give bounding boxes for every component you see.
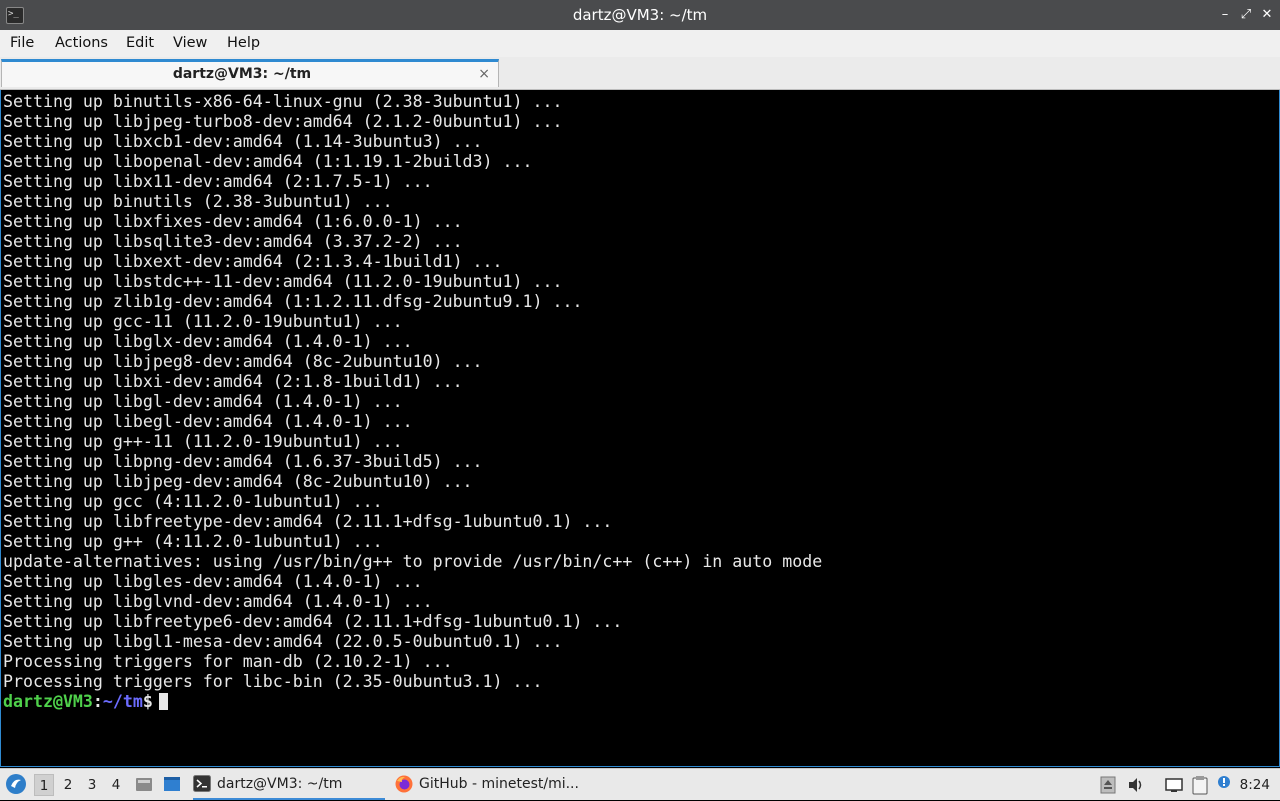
terminal-line: Processing triggers for libc-bin (2.35-0… [3, 672, 543, 691]
show-desktop-icon[interactable] [163, 775, 181, 793]
file-manager-icon[interactable] [135, 775, 153, 793]
close-icon[interactable]: ✕ [1258, 6, 1276, 24]
terminal-line: Setting up libglvnd-dev:amd64 (1.4.0-1) … [3, 592, 433, 611]
terminal-line: Setting up gcc-11 (11.2.0-19ubuntu1) ... [3, 312, 403, 331]
network-icon[interactable] [1164, 775, 1184, 795]
prompt-user-host: dartz@VM3 [3, 692, 93, 711]
window-title: dartz@VM3: ~/tm [572, 6, 708, 24]
terminal-line: Setting up libegl-dev:amd64 (1.4.0-1) ..… [3, 412, 413, 431]
window-titlebar[interactable]: >_ dartz@VM3: ~/tm – ⤢ ✕ [0, 0, 1280, 30]
workspace-1[interactable]: 1 [34, 774, 54, 796]
notification-icon[interactable] [1216, 775, 1232, 795]
terminal-line: update-alternatives: using /usr/bin/g++ … [3, 552, 823, 571]
terminal-line: Setting up binutils-x86-64-linux-gnu (2.… [3, 92, 563, 111]
terminal-line: Processing triggers for man-db (2.10.2-1… [3, 652, 453, 671]
terminal-line: Setting up libx11-dev:amd64 (2:1.7.5-1) … [3, 172, 433, 191]
menu-view[interactable]: View [173, 30, 207, 57]
terminal-line: Setting up g++-11 (11.2.0-19ubuntu1) ... [3, 432, 403, 451]
workspace-2[interactable]: 2 [58, 774, 78, 796]
clock[interactable]: 8:24 [1240, 769, 1270, 801]
terminal-line: Setting up libfreetype-dev:amd64 (2.11.1… [3, 512, 613, 531]
terminal-line: Setting up libxcb1-dev:amd64 (1.14-3ubun… [3, 132, 483, 151]
terminal-line: Setting up gcc (4:11.2.0-1ubuntu1) ... [3, 492, 383, 511]
workspace-3[interactable]: 3 [82, 774, 102, 796]
tab-close-icon[interactable]: × [478, 64, 490, 84]
workspace-4[interactable]: 4 [106, 774, 126, 796]
terminal-line: Setting up libxext-dev:amd64 (2:1.3.4-1b… [3, 252, 503, 271]
text-cursor [158, 693, 168, 710]
task-label: dartz@VM3: ~/tm [217, 776, 343, 792]
menu-bar: File Actions Edit View Help [0, 30, 1280, 57]
terminal-line: Setting up libglx-dev:amd64 (1.4.0-1) ..… [3, 332, 413, 351]
terminal-line: Setting up libopenal-dev:amd64 (1:1.19.1… [3, 152, 533, 171]
menu-help[interactable]: Help [227, 30, 260, 57]
shell-prompt[interactable]: dartz@VM3:~/tm$ [3, 692, 822, 712]
volume-icon[interactable] [1127, 775, 1145, 795]
update-notifier-icon[interactable] [1100, 775, 1116, 795]
minimize-icon[interactable]: – [1216, 6, 1234, 24]
taskbar-task-firefox[interactable]: GitHub - minetest/mi... [395, 771, 595, 798]
terminal-line: Setting up libxfixes-dev:amd64 (1:6.0.0-… [3, 212, 463, 231]
terminal-line: Setting up libjpeg8-dev:amd64 (8c-2ubunt… [3, 352, 483, 371]
terminal-line: Setting up libfreetype6-dev:amd64 (2.11.… [3, 612, 623, 631]
firefox-icon [395, 775, 413, 793]
terminal-output: Setting up binutils-x86-64-linux-gnu (2.… [3, 92, 822, 712]
terminal-line: Setting up libgl-dev:amd64 (1.4.0-1) ... [3, 392, 403, 411]
menu-actions[interactable]: Actions [55, 30, 108, 57]
menu-edit[interactable]: Edit [126, 30, 154, 57]
terminal-line: Setting up zlib1g-dev:amd64 (1:1.2.11.df… [3, 292, 583, 311]
taskbar-task-terminal[interactable]: dartz@VM3: ~/tm [193, 771, 385, 800]
maximize-icon[interactable]: ⤢ [1237, 6, 1255, 24]
task-label: GitHub - minetest/mi... [419, 776, 579, 792]
terminal-line: Setting up libjpeg-turbo8-dev:amd64 (2.1… [3, 112, 563, 131]
prompt-path: ~/tm [102, 692, 143, 711]
tab-bar: dartz@VM3: ~/tm × [0, 57, 1280, 90]
prompt-symbol: $ [142, 692, 153, 711]
terminal-icon [193, 775, 211, 792]
terminal-tab[interactable]: dartz@VM3: ~/tm × [1, 59, 499, 87]
terminal-line: Setting up libjpeg-dev:amd64 (8c-2ubuntu… [3, 472, 473, 491]
lubuntu-start-icon[interactable] [6, 774, 26, 794]
tab-title: dartz@VM3: ~/tm [172, 66, 312, 82]
terminal-line: Setting up libstdc++-11-dev:amd64 (11.2.… [3, 272, 563, 291]
terminal-line: Setting up libgles-dev:amd64 (1.4.0-1) .… [3, 572, 423, 591]
terminal-line: Setting up libsqlite3-dev:amd64 (3.37.2-… [3, 232, 463, 251]
terminal-line: Setting up g++ (4:11.2.0-1ubuntu1) ... [3, 532, 383, 551]
terminal-line: Setting up libgl1-mesa-dev:amd64 (22.0.5… [3, 632, 563, 651]
menu-file[interactable]: File [10, 30, 34, 57]
terminal-line: Setting up libxi-dev:amd64 (2:1.8-1build… [3, 372, 463, 391]
terminal-line: Setting up libpng-dev:amd64 (1.6.37-3bui… [3, 452, 483, 471]
terminal-view[interactable]: Setting up binutils-x86-64-linux-gnu (2.… [0, 90, 1280, 767]
terminal-line: Setting up binutils (2.38-3ubuntu1) ... [3, 192, 393, 211]
taskbar: 1 2 3 4 dartz@VM3: ~/tm GitHub - minetes… [0, 768, 1280, 800]
clipboard-icon[interactable] [1191, 775, 1209, 795]
prompt-colon: : [92, 692, 103, 711]
